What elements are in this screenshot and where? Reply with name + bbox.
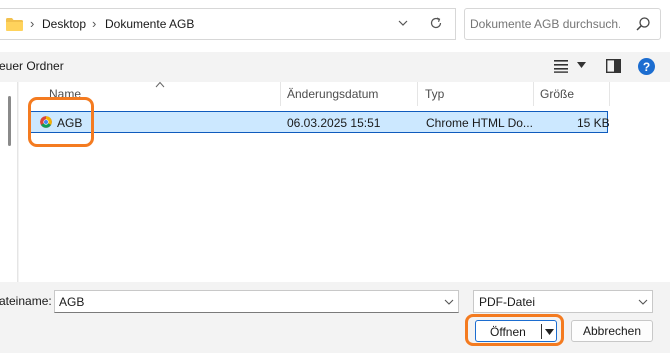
address-toolbar: › Desktop › Dokumente AGB <box>0 0 670 52</box>
file-modified: 06.03.2025 15:51 <box>287 116 381 130</box>
new-folder-button[interactable]: euer Ordner <box>0 59 64 73</box>
caret-down-icon[interactable] <box>545 329 554 335</box>
caret-down-icon[interactable] <box>577 62 586 68</box>
filetype-select[interactable]: PDF-Datei <box>473 290 653 313</box>
open-button[interactable]: Öffnen <box>475 320 557 342</box>
column-header-name[interactable]: Name <box>19 82 281 106</box>
command-bar: euer Ordner ? <box>0 52 670 82</box>
file-name: AGB <box>57 116 83 130</box>
column-header-date[interactable]: Änderungsdatum <box>281 82 418 106</box>
breadcrumb-dokumente-agb[interactable]: Dokumente AGB <box>105 17 194 31</box>
chevron-down-icon[interactable] <box>396 15 410 31</box>
chrome-icon <box>40 116 52 128</box>
breadcrumb-desktop[interactable]: Desktop <box>42 17 86 31</box>
split-divider <box>541 324 542 339</box>
search-box[interactable] <box>464 8 661 40</box>
chevron-down-icon[interactable] <box>444 299 454 305</box>
chevron-right-icon: › <box>92 16 97 31</box>
filename-label: ateiname: <box>0 294 52 308</box>
view-options-icon[interactable] <box>554 59 568 73</box>
chevron-down-icon[interactable] <box>638 299 648 305</box>
column-header-size[interactable]: Größe <box>534 82 610 106</box>
open-button-label: Öffnen <box>490 325 526 339</box>
file-type: Chrome HTML Do... <box>426 116 533 130</box>
address-bar[interactable]: › Desktop › Dokumente AGB <box>0 8 456 40</box>
folder-icon <box>6 18 23 31</box>
refresh-icon[interactable] <box>428 15 444 31</box>
help-icon[interactable]: ? <box>638 58 655 75</box>
table-row[interactable]: AGB 06.03.2025 15:51 Chrome HTML Do... 1… <box>30 111 610 133</box>
filename-input[interactable] <box>59 294 429 309</box>
search-icon[interactable] <box>635 16 651 32</box>
filetype-value: PDF-Datei <box>479 295 536 309</box>
filename-field[interactable] <box>54 290 459 313</box>
preview-pane-icon[interactable] <box>606 59 621 73</box>
file-list: Name Änderungsdatum Typ Größe AGB 06.03.… <box>19 81 670 282</box>
column-header-type[interactable]: Typ <box>418 82 534 106</box>
cancel-button[interactable]: Abbrechen <box>571 320 653 342</box>
file-size: 15 KB <box>577 116 610 130</box>
search-input[interactable] <box>470 15 620 33</box>
chevron-right-icon: › <box>30 16 35 31</box>
scrollbar[interactable] <box>8 96 11 146</box>
